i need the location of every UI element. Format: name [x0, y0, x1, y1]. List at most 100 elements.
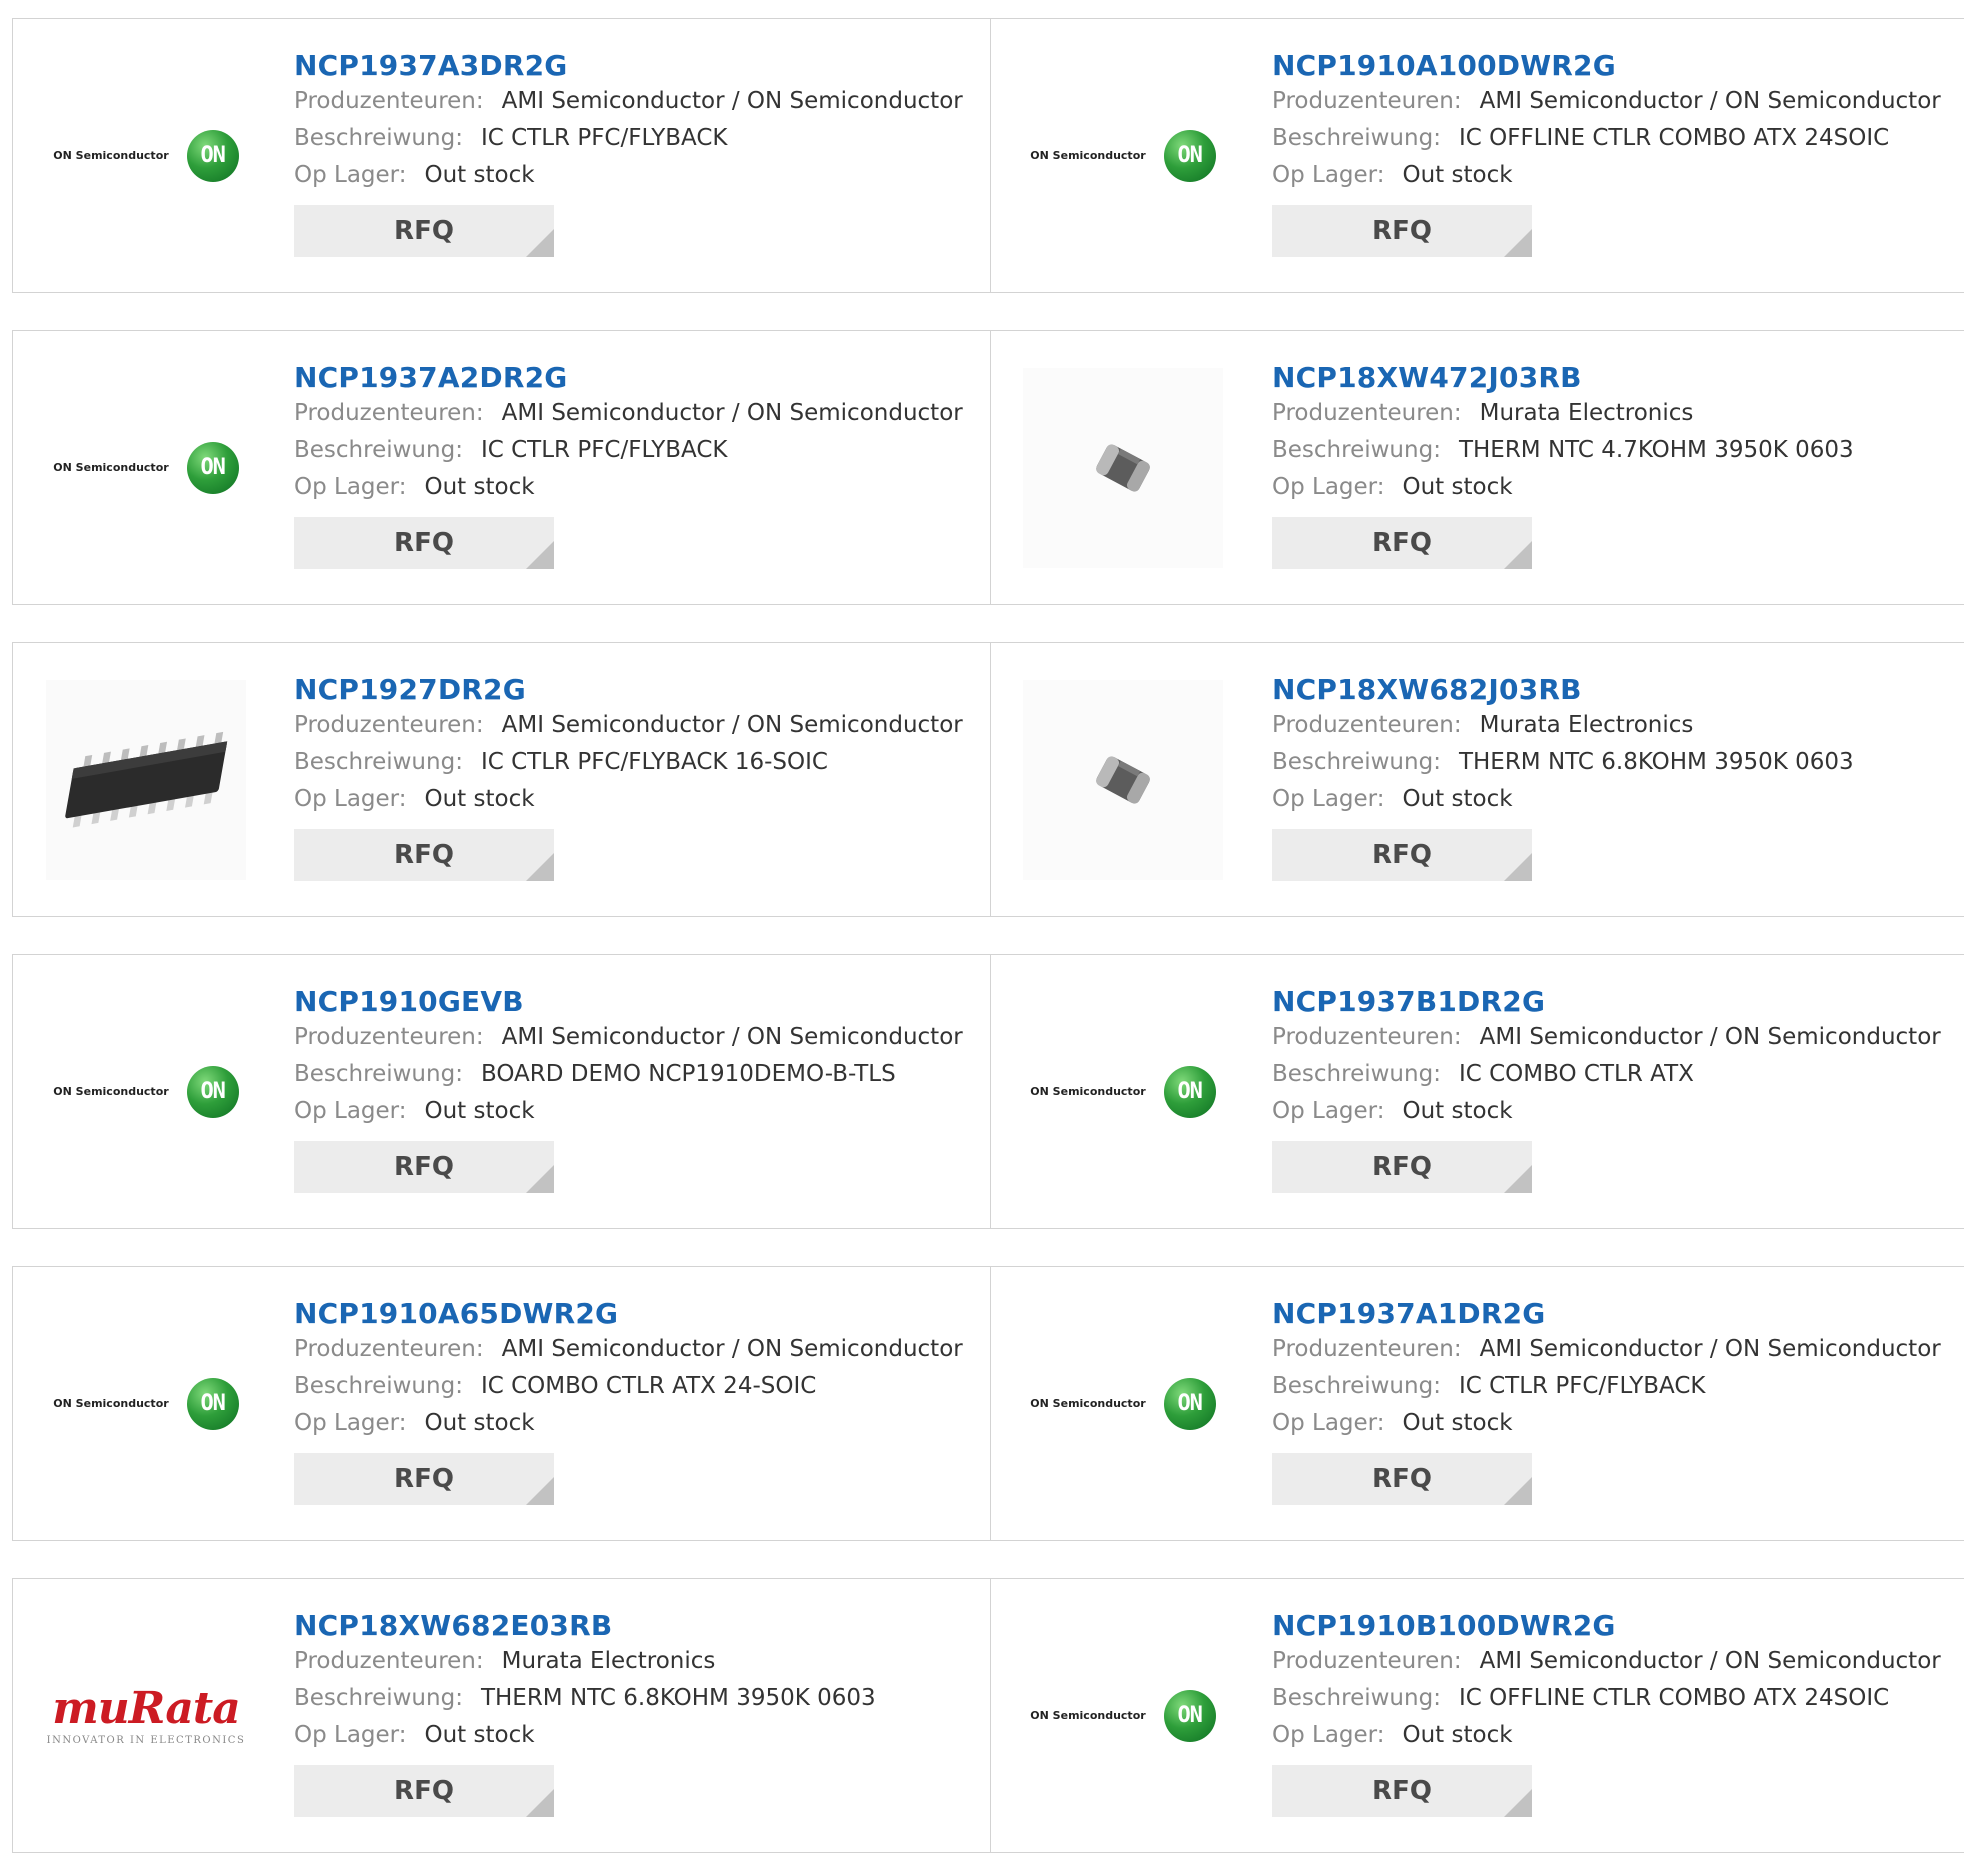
description-value: BOARD DEMO NCP1910DEMO-B-TLS [480, 1061, 896, 1087]
rfq-button[interactable]: RFQ [294, 1765, 554, 1817]
on-logo-ball: ON [1163, 129, 1216, 182]
rfq-button[interactable]: RFQ [294, 517, 554, 569]
rfq-button[interactable]: RFQ [294, 1453, 554, 1505]
stock-label: Op Lager: [294, 474, 407, 500]
product-image[interactable]: ON Semiconductor ON [1018, 51, 1228, 261]
on-semiconductor-logo: ON Semiconductor ON [1030, 1377, 1216, 1430]
rfq-label: RFQ [1372, 216, 1432, 246]
description-value: IC CTLR PFC/FLYBACK [480, 437, 728, 463]
product-image[interactable]: ON Semiconductor ON [1018, 987, 1228, 1197]
stock-label: Op Lager: [1272, 162, 1385, 188]
stock-value: Out stock [424, 474, 535, 500]
on-logo-text: ON Semiconductor [53, 461, 169, 474]
manufacturer-label: Produzenteuren: [1272, 1648, 1462, 1674]
stock-row: Op Lager: Out stock [1272, 781, 1854, 818]
description-row: Beschreiwung: IC OFFLINE CTLR COMBO ATX 2… [1272, 120, 1941, 157]
on-semiconductor-logo: ON Semiconductor ON [53, 129, 239, 182]
part-number-link[interactable]: NCP18XW682E03RB [294, 1609, 876, 1643]
product-image[interactable] [41, 675, 251, 885]
description-row: Beschreiwung: BOARD DEMO NCP1910DEMO-B-TL… [294, 1056, 963, 1093]
part-number-link[interactable]: NCP1937A1DR2G [1272, 1297, 1941, 1331]
rfq-label: RFQ [394, 840, 454, 870]
corner-triangle-icon [526, 1165, 554, 1193]
on-logo-ball: ON [1163, 1065, 1216, 1118]
product-info: NCP1937A1DR2G Produzenteuren: AMI Semicon… [1272, 1297, 1941, 1505]
stock-label: Op Lager: [294, 1722, 407, 1748]
manufacturer-row: Produzenteuren: AMI Semiconductor / ON Se… [1272, 1331, 1941, 1368]
rfq-button[interactable]: RFQ [1272, 1765, 1532, 1817]
product-image[interactable]: ON Semiconductor ON [41, 363, 251, 573]
product-image[interactable]: ON Semiconductor ON [1018, 1611, 1228, 1821]
part-number-link[interactable]: NCP1937B1DR2G [1272, 985, 1941, 1019]
murata-logo: muRata INNOVATOR IN ELECTRONICS [47, 1685, 246, 1747]
product-info: NCP1910B100DWR2G Produzenteuren: AMI Semi… [1272, 1609, 1941, 1817]
rfq-button[interactable]: RFQ [1272, 205, 1532, 257]
description-value: THERM NTC 6.8KOHM 3950K 0603 [480, 1685, 876, 1711]
description-label: Beschreiwung: [1272, 437, 1441, 463]
part-number-link[interactable]: NCP18XW472J03RB [1272, 361, 1854, 395]
product-card: ON Semiconductor ON NCP1937A3DR2G Produze… [12, 18, 990, 293]
on-logo-text: ON Semiconductor [1030, 1709, 1146, 1722]
manufacturer-label: Produzenteuren: [294, 1648, 484, 1674]
part-number-link[interactable]: NCP1937A2DR2G [294, 361, 963, 395]
product-info: NCP1937A3DR2G Produzenteuren: AMI Semicon… [294, 49, 963, 257]
description-value: THERM NTC 6.8KOHM 3950K 0603 [1458, 749, 1854, 775]
manufacturer-label: Produzenteuren: [1272, 1336, 1462, 1362]
manufacturer-row: Produzenteuren: AMI Semiconductor / ON Se… [1272, 1019, 1941, 1056]
part-number-link[interactable]: NCP1910GEVB [294, 985, 963, 1019]
manufacturer-value: AMI Semiconductor / ON Semiconductor [501, 1024, 963, 1050]
manufacturer-row: Produzenteuren: AMI Semiconductor / ON Se… [1272, 1643, 1941, 1680]
stock-value: Out stock [424, 1098, 535, 1124]
product-image[interactable]: ON Semiconductor ON [1018, 1299, 1228, 1509]
stock-value: Out stock [424, 786, 535, 812]
product-image[interactable] [1018, 675, 1228, 885]
product-image[interactable]: ON Semiconductor ON [41, 51, 251, 261]
manufacturer-value: AMI Semiconductor / ON Semiconductor [1479, 1336, 1941, 1362]
part-number-link[interactable]: NCP1937A3DR2G [294, 49, 963, 83]
manufacturer-row: Produzenteuren: AMI Semiconductor / ON Se… [294, 395, 963, 432]
part-number-link[interactable]: NCP1910A65DWR2G [294, 1297, 963, 1331]
stock-row: Op Lager: Out stock [294, 1405, 963, 1442]
product-info: NCP1910A65DWR2G Produzenteuren: AMI Semic… [294, 1297, 963, 1505]
rfq-label: RFQ [1372, 528, 1432, 558]
stock-value: Out stock [1402, 162, 1513, 188]
on-semiconductor-logo: ON Semiconductor ON [1030, 1065, 1216, 1118]
product-card: NCP18XW472J03RB Produzenteuren: Murata El… [990, 330, 1964, 605]
on-logo-ball: ON [186, 441, 239, 494]
rfq-button[interactable]: RFQ [1272, 829, 1532, 881]
manufacturer-row: Produzenteuren: Murata Electronics [1272, 395, 1854, 432]
product-image[interactable]: ON Semiconductor ON [41, 1299, 251, 1509]
manufacturer-label: Produzenteuren: [294, 712, 484, 738]
product-card: ON Semiconductor ON NCP1910B100DWR2G Prod… [990, 1578, 1964, 1853]
manufacturer-row: Produzenteuren: Murata Electronics [294, 1643, 876, 1680]
stock-row: Op Lager: Out stock [294, 1093, 963, 1130]
manufacturer-value: Murata Electronics [501, 1648, 716, 1674]
part-number-link[interactable]: NCP18XW682J03RB [1272, 673, 1854, 707]
product-card: ON Semiconductor ON NCP1910A65DWR2G Produ… [12, 1266, 990, 1541]
smd-thermistor-icon [1023, 367, 1223, 568]
corner-triangle-icon [1504, 541, 1532, 569]
rfq-button[interactable]: RFQ [1272, 1141, 1532, 1193]
rfq-button[interactable]: RFQ [294, 1141, 554, 1193]
part-number-link[interactable]: NCP1910B100DWR2G [1272, 1609, 1941, 1643]
manufacturer-row: Produzenteuren: AMI Semiconductor / ON Se… [294, 83, 963, 120]
product-image[interactable]: ON Semiconductor ON [41, 987, 251, 1197]
rfq-button[interactable]: RFQ [294, 205, 554, 257]
stock-label: Op Lager: [294, 162, 407, 188]
product-image[interactable] [1018, 363, 1228, 573]
manufacturer-label: Produzenteuren: [1272, 712, 1462, 738]
rfq-label: RFQ [1372, 1152, 1432, 1182]
part-number-link[interactable]: NCP1927DR2G [294, 673, 963, 707]
rfq-button[interactable]: RFQ [1272, 517, 1532, 569]
manufacturer-value: Murata Electronics [1479, 712, 1694, 738]
product-info: NCP1910GEVB Produzenteuren: AMI Semicondu… [294, 985, 963, 1193]
rfq-label: RFQ [394, 216, 454, 246]
soic-chip-icon [46, 679, 246, 880]
stock-row: Op Lager: Out stock [1272, 1093, 1941, 1130]
manufacturer-row: Produzenteuren: AMI Semiconductor / ON Se… [294, 707, 963, 744]
rfq-button[interactable]: RFQ [1272, 1453, 1532, 1505]
rfq-button[interactable]: RFQ [294, 829, 554, 881]
manufacturer-value: Murata Electronics [1479, 400, 1694, 426]
part-number-link[interactable]: NCP1910A100DWR2G [1272, 49, 1941, 83]
product-image[interactable]: muRata INNOVATOR IN ELECTRONICS [41, 1611, 251, 1821]
